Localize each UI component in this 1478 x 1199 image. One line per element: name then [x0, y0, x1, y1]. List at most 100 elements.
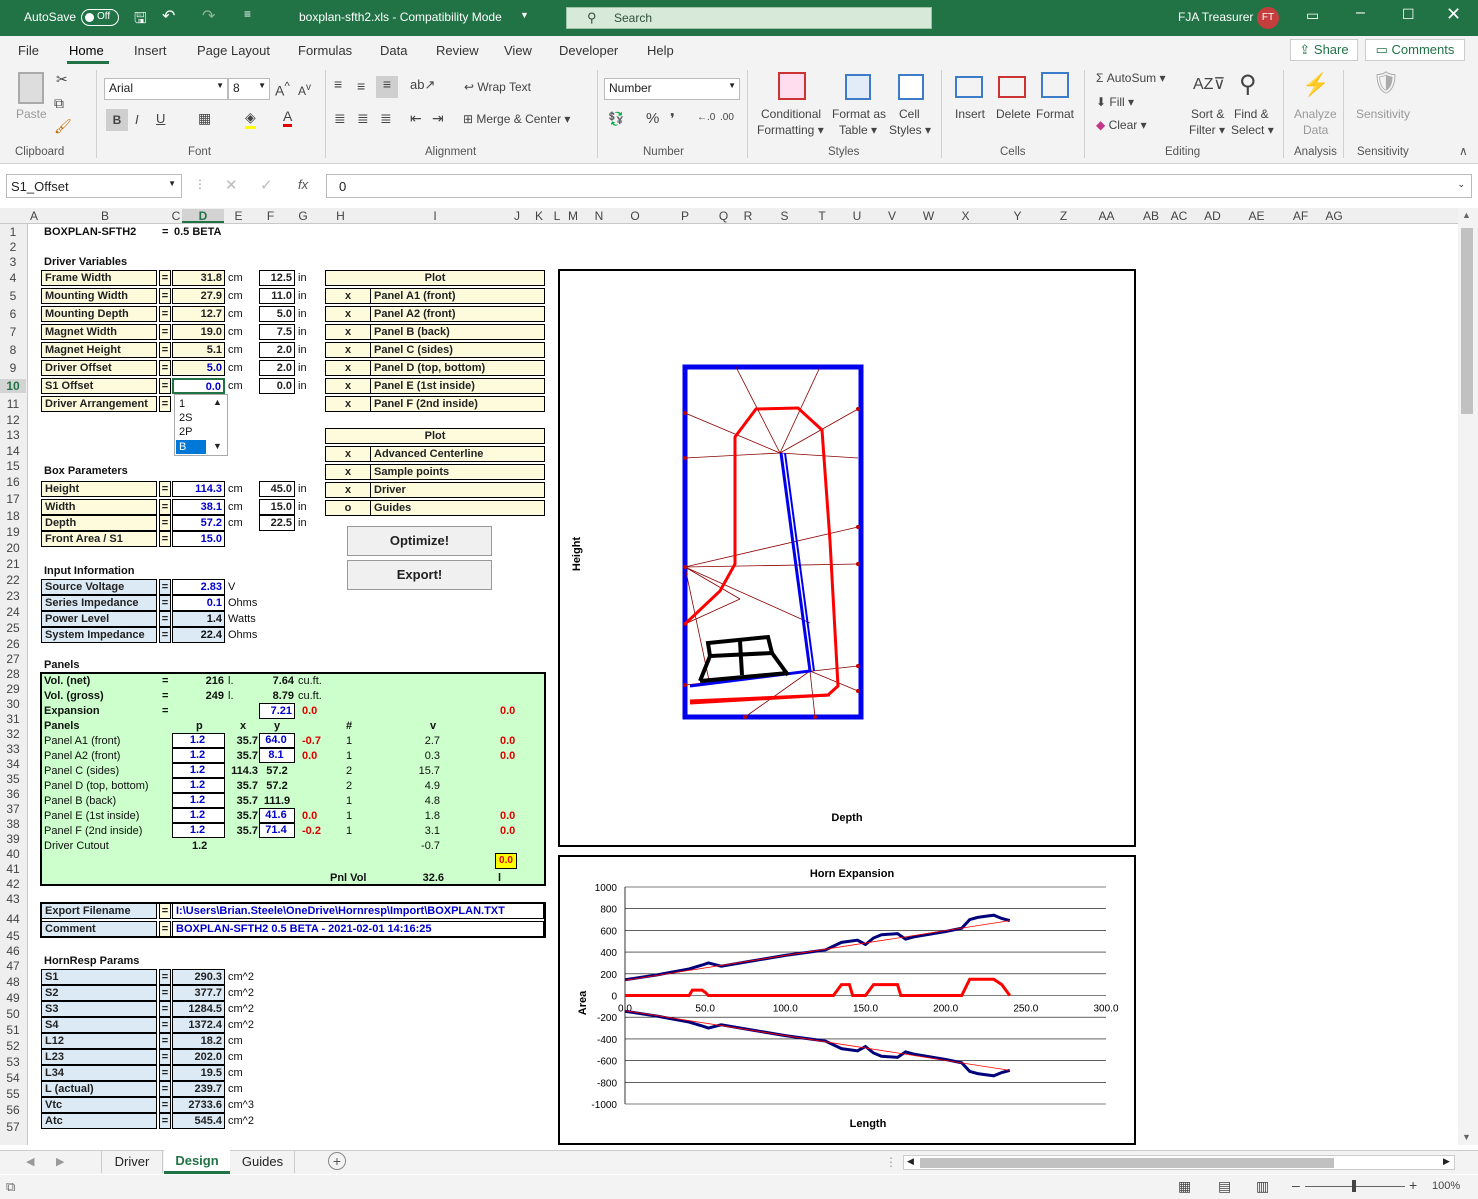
find-select-label-2[interactable]: Select ▾ [1231, 123, 1274, 137]
horn-expansion-chart[interactable]: 1000 800 600 400 200 0 -200 -400 -600 -800 -1000 0.… [558, 855, 1136, 1145]
borders-icon[interactable]: ▦ [198, 110, 211, 127]
macro-record-icon[interactable]: ⧉ [6, 1179, 15, 1195]
row-header[interactable]: 26 [0, 637, 26, 651]
column-header[interactable]: AE [1231, 209, 1282, 223]
hscroll-thumb[interactable] [920, 1158, 1334, 1168]
share-button[interactable]: ⇪ Share [1290, 39, 1358, 61]
row-header[interactable]: 53 [0, 1055, 26, 1069]
column-header[interactable]: AB [1138, 209, 1164, 223]
tab-splitter-icon[interactable]: ⋮ [885, 1155, 897, 1169]
row-header[interactable]: 27 [0, 652, 26, 666]
row-header[interactable]: 49 [0, 991, 26, 1005]
driver-var-cm[interactable]: 5.1 [172, 342, 225, 358]
find-select-icon[interactable]: ⚲ [1239, 70, 1257, 99]
minimize-icon[interactable]: – [1356, 4, 1365, 22]
zoom-out-icon[interactable]: – [1292, 1177, 1300, 1193]
tab-view[interactable]: View [504, 43, 532, 58]
scroll-up-icon[interactable]: ▲ [1462, 210, 1471, 220]
insert-cells-icon[interactable] [955, 76, 983, 98]
panel-p[interactable]: 1.2 [172, 778, 225, 793]
fill-button[interactable]: ⬇ Fill ▾ [1096, 95, 1134, 109]
row-header[interactable]: 33 [0, 742, 26, 756]
analyze-data-icon[interactable]: ⚡ [1302, 72, 1329, 98]
decrease-font-icon[interactable]: Av [298, 82, 311, 98]
box-param-cm[interactable]: 38.1 [172, 499, 225, 515]
row-header[interactable]: 29 [0, 682, 26, 696]
scroll-down-icon[interactable]: ▼ [1462, 1132, 1471, 1142]
tab-formulas[interactable]: Formulas [298, 43, 352, 58]
cell-styles-label-2[interactable]: Styles ▾ [889, 123, 931, 137]
row-header[interactable]: 5 [0, 289, 26, 303]
comment-value[interactable]: BOXPLAN-SFTH2 0.5 BETA - 2021-02-01 14:1… [172, 921, 544, 937]
row-header[interactable]: 38 [0, 817, 26, 831]
accounting-icon[interactable]: 💱 [608, 111, 624, 127]
save-icon[interactable]: 🖫 [134, 8, 147, 33]
row-header[interactable]: 15 [0, 459, 26, 473]
row-header[interactable]: 19 [0, 525, 26, 539]
column-header[interactable]: T [805, 209, 839, 223]
row-header[interactable]: 52 [0, 1039, 26, 1053]
align-bottom-icon[interactable]: ≡ [376, 76, 398, 98]
close-icon[interactable]: ✕ [1446, 4, 1461, 25]
ribbon-display-icon[interactable]: ▭ [1306, 7, 1319, 24]
panel-y[interactable]: 64.0 [259, 733, 295, 748]
row-header[interactable]: 34 [0, 757, 26, 771]
increase-indent-icon[interactable]: ⇥ [432, 110, 444, 127]
expansion-y[interactable]: 7.21 [259, 703, 295, 719]
autosum-button[interactable]: Σ AutoSum ▾ [1096, 71, 1165, 85]
dropdown-option[interactable]: 2S [179, 411, 192, 425]
tab-file[interactable]: File [18, 43, 39, 58]
column-header[interactable]: O [615, 209, 655, 223]
bold-button[interactable]: B [106, 109, 128, 131]
driver-var-cm[interactable]: 31.8 [172, 270, 225, 286]
row-header[interactable]: 16 [0, 475, 26, 489]
prev-sheet-icon[interactable]: ◀ [26, 1155, 34, 1168]
analyze-label-2[interactable]: Data [1303, 123, 1328, 137]
row-header[interactable]: 1 [0, 225, 26, 239]
row-header[interactable]: 28 [0, 667, 26, 681]
panel-p[interactable]: 1.2 [172, 748, 225, 763]
row-header[interactable]: 42 [0, 877, 26, 891]
insert-function-icon[interactable]: fx [298, 177, 308, 192]
row-header[interactable]: 32 [0, 727, 26, 741]
row-header[interactable]: 47 [0, 959, 26, 973]
row-header[interactable]: 2 [0, 240, 26, 254]
customize-qat-icon[interactable]: ≡ [244, 7, 251, 21]
collapse-ribbon-icon[interactable]: ∧ [1459, 144, 1468, 158]
optimize-button[interactable]: Optimize! [347, 526, 492, 556]
expand-formula-icon[interactable]: ⌄ [1457, 179, 1465, 190]
tab-home[interactable]: Home [69, 43, 104, 58]
export-filename-value[interactable]: I:\Users\Brian.Steele\OneDrive\Hornresp\… [172, 903, 544, 919]
box-layout-chart[interactable]: Depth Height [558, 269, 1136, 847]
column-header[interactable]: V [875, 209, 909, 223]
analyze-label[interactable]: Analyze [1294, 107, 1337, 121]
zoom-slider-thumb[interactable] [1352, 1180, 1356, 1192]
column-header[interactable]: J [507, 209, 527, 223]
column-header[interactable]: E [224, 209, 253, 223]
page-layout-view-icon[interactable]: ▤ [1218, 1178, 1231, 1195]
panel-p[interactable]: 1.2 [172, 763, 225, 778]
paste-icon[interactable] [18, 72, 44, 104]
panel-p[interactable]: 1.2 [172, 808, 225, 823]
name-box[interactable]: S1_Offset ▼ [6, 174, 182, 198]
sheet-tab-driver[interactable]: Driver [101, 1151, 163, 1173]
dropdown-option[interactable]: 1 [179, 397, 185, 411]
column-header[interactable]: AC [1164, 209, 1194, 223]
plot-toggle[interactable]: x [325, 464, 371, 480]
row-header[interactable]: 6 [0, 307, 26, 321]
row-header[interactable]: 12 [0, 413, 26, 427]
conditional-formatting-icon[interactable] [778, 72, 806, 100]
row-header[interactable]: 43 [0, 892, 26, 906]
copy-icon[interactable]: ⧉ [54, 95, 64, 112]
row-header[interactable]: 7 [0, 325, 26, 339]
row-header[interactable]: 31 [0, 712, 26, 726]
column-header[interactable]: I [363, 209, 507, 223]
column-header[interactable]: L [551, 209, 563, 223]
panel-p[interactable]: 1.2 [172, 793, 225, 808]
sort-filter-icon[interactable]: AZ⊽ [1193, 74, 1225, 94]
row-header[interactable]: 39 [0, 832, 26, 846]
cell-styles-label[interactable]: Cell [899, 107, 920, 121]
normal-view-icon[interactable]: ▦ [1178, 1178, 1191, 1195]
row-header[interactable]: 50 [0, 1007, 26, 1021]
tab-developer[interactable]: Developer [559, 43, 618, 58]
